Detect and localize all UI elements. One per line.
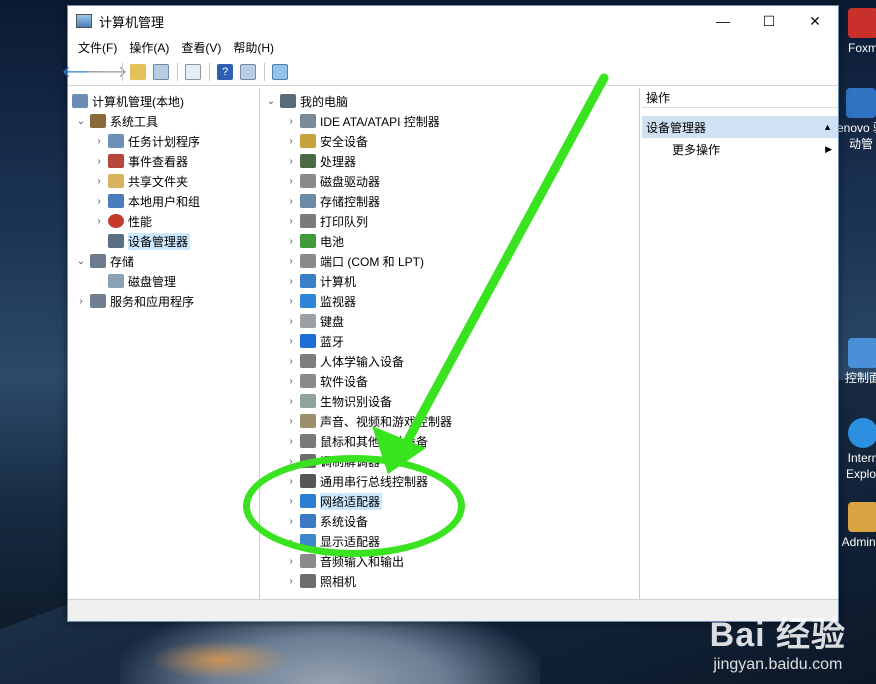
watermark-brand: Bai 经验: [709, 616, 846, 654]
baidu-jingyan-watermark: Bai 经验 jingyan.baidu.com: [710, 607, 846, 674]
annotation-arrow-shaft: [403, 73, 609, 445]
watermark-url: jingyan.baidu.com: [713, 656, 843, 673]
annotation-ellipse: [243, 455, 465, 557]
annotation-arrow: [372, 73, 609, 474]
